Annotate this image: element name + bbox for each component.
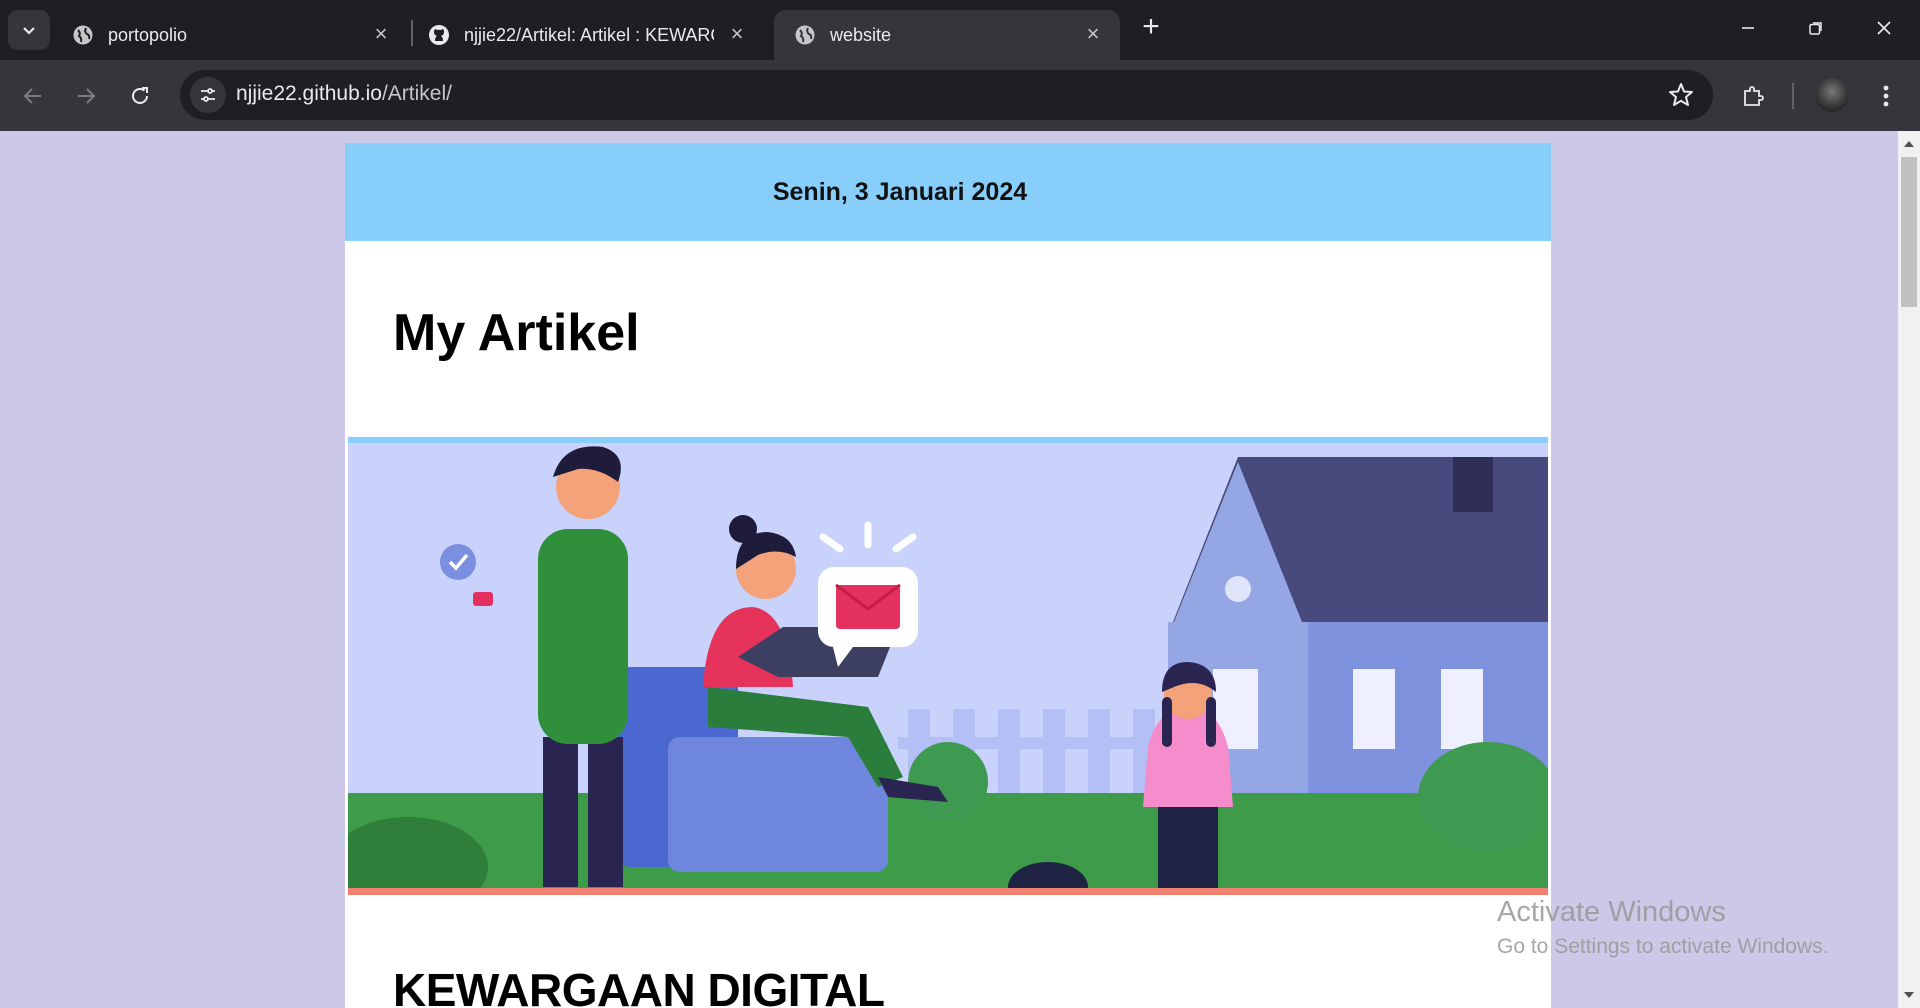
tab-strip: portopolio × njjie22/Artikel: Artikel : … — [0, 0, 1920, 60]
tune-icon — [201, 88, 215, 102]
url-host: njjie22.github.io — [236, 82, 382, 105]
bookmark-star-icon[interactable] — [1667, 81, 1695, 109]
more-vert-icon — [1883, 85, 1889, 107]
page-viewport: Senin, 3 Januari 2024 My Artikel KEWARGA… — [0, 131, 1898, 1008]
minimize-button[interactable] — [1714, 10, 1782, 48]
arrow-left-icon — [23, 88, 41, 104]
reload-button[interactable] — [120, 76, 160, 116]
section-title: KEWARGAAN DIGITAL — [393, 964, 885, 1008]
tab-github-artikel[interactable]: njjie22/Artikel: Artikel : KEWARGAAN DIG… — [408, 10, 764, 60]
watermark-line1: Activate Windows — [1497, 896, 1726, 928]
tab-search-button[interactable] — [8, 10, 50, 50]
tab-title: njjie22/Artikel: Artikel : KEWARGAAN DIG… — [464, 24, 714, 45]
close-tab-icon[interactable]: × — [1082, 23, 1104, 45]
vertical-scrollbar[interactable] — [1898, 131, 1920, 1008]
browser-toolbar: njjie22.github.io/Artikel/ — [0, 60, 1920, 131]
new-tab-button[interactable]: + — [1136, 12, 1166, 43]
watermark-line2: Go to Settings to activate Windows. — [1497, 935, 1829, 958]
close-tab-icon[interactable]: × — [370, 23, 392, 45]
article-card: Senin, 3 Januari 2024 My Artikel KEWARGA… — [328, 143, 1558, 1008]
scroll-down-arrow-icon[interactable] — [1898, 986, 1920, 1006]
puzzle-icon — [1744, 86, 1764, 106]
url-text[interactable]: njjie22.github.io/Artikel/ — [236, 82, 452, 106]
tab-title: portopolio — [108, 24, 188, 45]
menu-button[interactable] — [1866, 76, 1906, 116]
tab-title: website — [830, 24, 892, 45]
restore-button[interactable] — [1782, 10, 1850, 48]
globe-icon — [72, 24, 94, 46]
address-bar[interactable]: njjie22.github.io/Artikel/ — [180, 70, 1713, 120]
close-window-button[interactable] — [1850, 10, 1918, 48]
globe-icon — [794, 24, 816, 46]
toolbar-divider — [1792, 83, 1794, 109]
tab-portopolio[interactable]: portopolio × — [52, 10, 408, 60]
chevron-down-icon — [23, 27, 35, 35]
forward-button[interactable] — [66, 76, 106, 116]
arrow-right-icon — [78, 88, 96, 104]
back-button[interactable] — [13, 76, 53, 116]
profile-avatar[interactable] — [1815, 78, 1849, 112]
family-illustration — [328, 437, 1558, 917]
tab-website[interactable]: website × — [774, 10, 1120, 60]
minimize-icon — [1742, 27, 1754, 29]
github-icon — [428, 24, 450, 46]
extensions-button[interactable] — [1733, 76, 1773, 116]
reload-icon — [132, 87, 148, 104]
scroll-thumb[interactable] — [1901, 157, 1917, 307]
date-band: Senin, 3 Januari 2024 — [345, 143, 1551, 241]
scroll-up-arrow-icon[interactable] — [1898, 133, 1920, 153]
close-icon — [1877, 21, 1891, 35]
url-path: /Artikel/ — [381, 82, 452, 105]
site-info-button[interactable] — [190, 77, 226, 113]
date-text: Senin, 3 Januari 2024 — [772, 177, 1028, 206]
site-title: My Artikel — [393, 304, 640, 362]
restore-icon — [1809, 22, 1822, 35]
hero-image — [328, 437, 1558, 917]
close-tab-icon[interactable]: × — [726, 23, 748, 45]
activate-windows-watermark: Activate Windows Go to Settings to activ… — [1497, 896, 1829, 959]
